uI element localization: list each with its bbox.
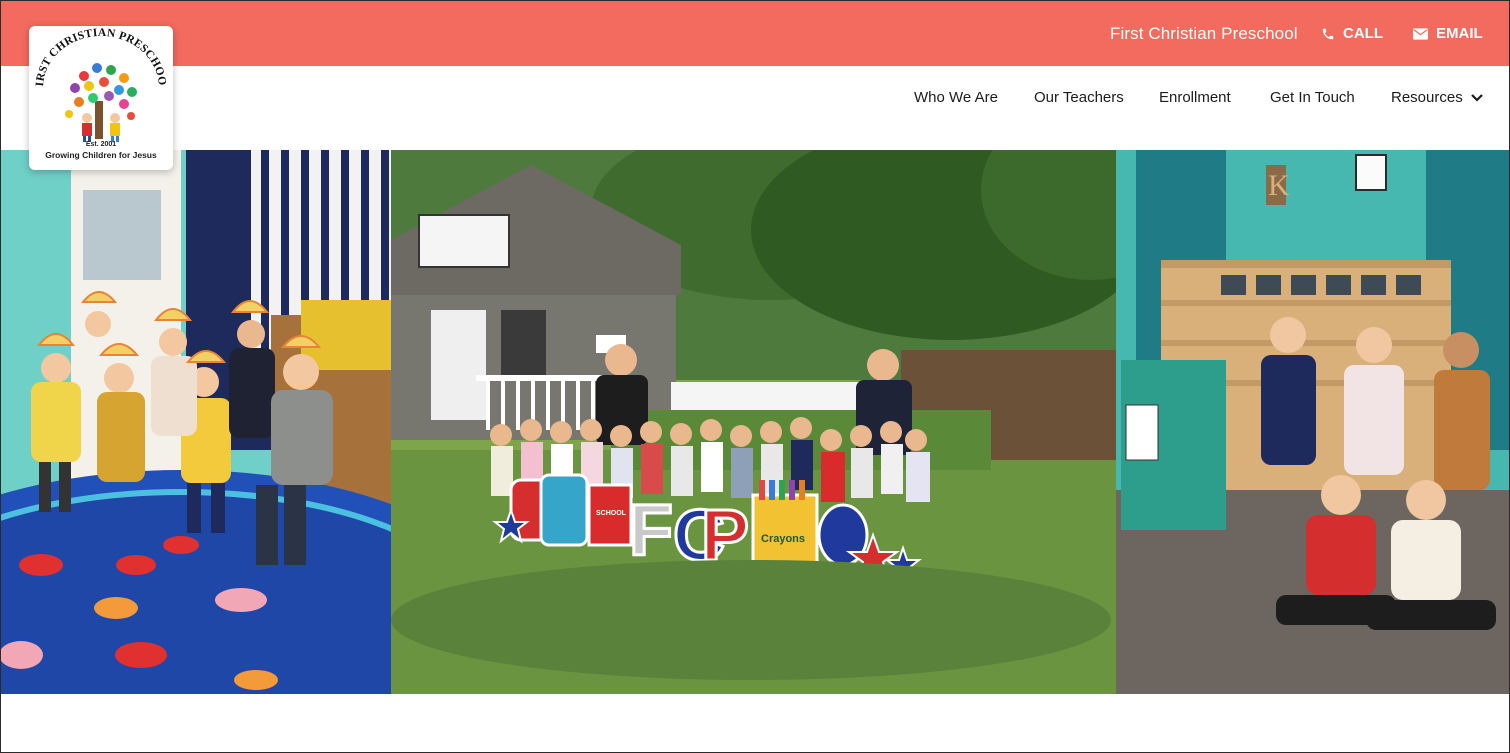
logo-arc-text: FIRST CHRISTIAN PRESCHOOL — [29, 26, 168, 87]
envelope-icon — [1413, 27, 1428, 40]
nav-our-teachers[interactable]: Our Teachers — [1034, 89, 1124, 106]
school-logo[interactable]: FIRST CHRISTIAN PRESCHOOL Est. 2001 Grow… — [29, 26, 173, 170]
top-bar: First Christian Preschool CALL EMAIL — [1, 1, 1509, 66]
hero-photo-school-house: SCHOOL F C P Crayons — [391, 150, 1116, 694]
page-frame: First Christian Preschool CALL EMAIL Who… — [0, 0, 1510, 753]
svg-text:F: F — [629, 491, 673, 571]
call-link[interactable]: CALL — [1321, 25, 1383, 42]
hero-photo-classroom — [1, 150, 391, 694]
nav-resources-label: Resources — [1391, 89, 1463, 106]
call-label: CALL — [1343, 25, 1383, 42]
logo-established: Est. 2001 — [85, 141, 117, 148]
nav-who-we-are[interactable]: Who We Are — [914, 89, 998, 106]
nav-enrollment[interactable]: Enrollment — [1159, 89, 1231, 106]
email-link[interactable]: EMAIL — [1413, 25, 1483, 42]
svg-text:Crayons: Crayons — [761, 533, 805, 545]
nav-get-in-touch[interactable]: Get In Touch — [1270, 89, 1355, 106]
nav-resources[interactable]: Resources — [1391, 89, 1483, 106]
logo-artwork: FIRST CHRISTIAN PRESCHOOL — [29, 26, 168, 142]
page-bottom-area — [1, 694, 1509, 750]
logo-tagline: Growing Children for Jesus — [45, 150, 157, 160]
chevron-down-icon — [1470, 93, 1483, 102]
hero-photo-kids-classroom: K — [1116, 150, 1509, 694]
main-nav — [1, 66, 1509, 150]
svg-text:SCHOOL: SCHOOL — [596, 510, 627, 517]
phone-icon — [1322, 28, 1334, 39]
email-label: EMAIL — [1436, 25, 1483, 42]
svg-text:FIRST CHRISTIAN PRESCHOOL: FIRST CHRISTIAN PRESCHOOL — [29, 26, 168, 87]
alphabet-letter: K — [1268, 169, 1290, 202]
school-name: First Christian Preschool — [1110, 24, 1298, 43]
